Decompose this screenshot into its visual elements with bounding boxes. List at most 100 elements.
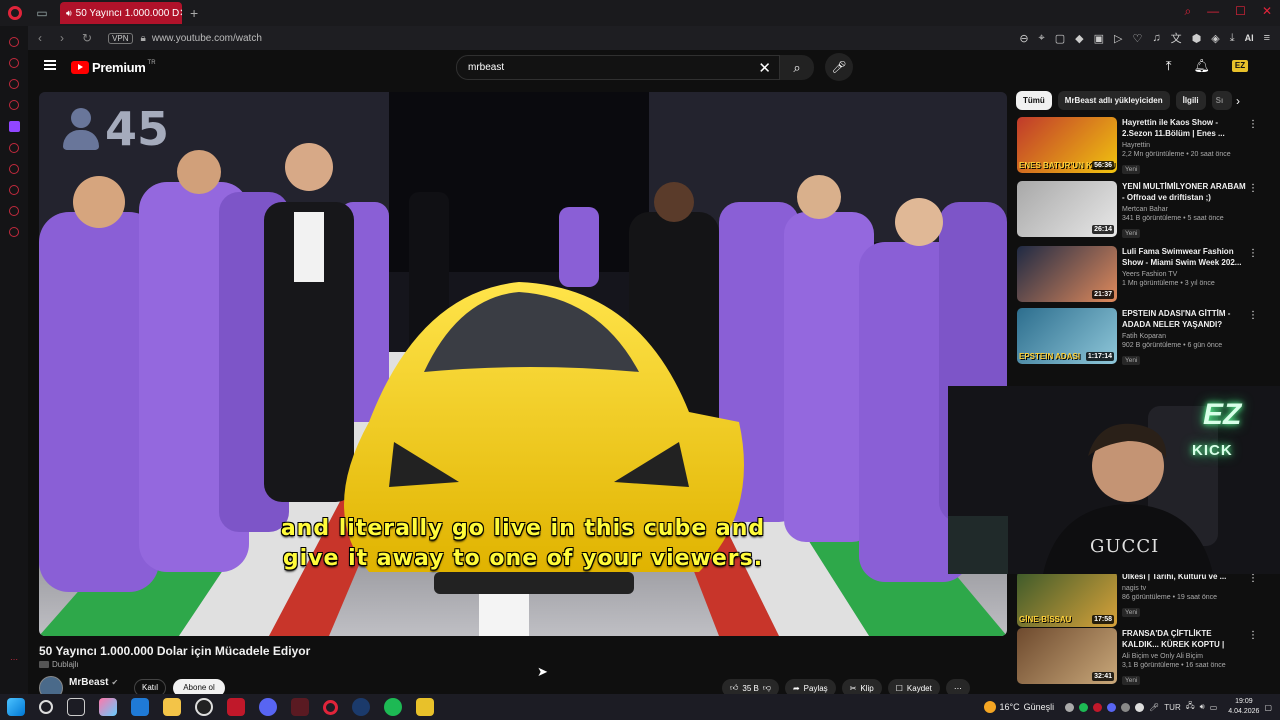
forward-icon[interactable]: ›: [60, 31, 64, 45]
channel-name[interactable]: Fatih Koparan: [1122, 333, 1248, 340]
app-icon-red[interactable]: [227, 698, 245, 716]
speaker-icon[interactable]: 🔊︎: [66, 8, 72, 19]
recommendation-item[interactable]: 32:41 FRANSA'DA ÇİFTLİKTE KALDIK... KÜREK…: [1017, 628, 1265, 686]
thumbs-down-icon[interactable]: 👎︎: [763, 683, 771, 693]
video-thumbnail[interactable]: ENES BATUR'UN KAOSU 56:36: [1017, 117, 1117, 173]
sidebar-icon-6[interactable]: [9, 164, 19, 174]
volume-icon[interactable]: 🔊︎: [1200, 702, 1205, 712]
tray-icon-4[interactable]: [1107, 702, 1117, 712]
clear-search-icon[interactable]: ✕: [758, 59, 771, 77]
tab-close-icon[interactable]: ✕: [179, 8, 182, 19]
video-title[interactable]: YENİ MULTİMİLYONER ARABAM - Offroad ve d…: [1122, 181, 1248, 203]
tray-icon-3[interactable]: [1093, 702, 1103, 712]
channel-name[interactable]: nagis tv: [1122, 585, 1248, 592]
spotify-icon[interactable]: [384, 698, 402, 716]
recommendation-item[interactable]: 26:14 YENİ MULTİMİLYONER ARABAM - Offroad…: [1017, 181, 1265, 239]
file-explorer-icon[interactable]: [163, 698, 181, 716]
search-input[interactable]: [468, 62, 748, 73]
recommendation-item[interactable]: ENES BATUR'UN KAOSU 56:36 Hayrettin ile Ka…: [1017, 117, 1265, 175]
chip-from-uploader[interactable]: MrBeast adlı yükleyiciden: [1057, 91, 1170, 110]
recommendation-item[interactable]: EPSTEIN ADASI 1:17:14 EPSTEIN ADASI'NA GİT…: [1017, 308, 1265, 366]
channel-name[interactable]: MrBeast: [69, 677, 108, 688]
recommendation-item[interactable]: GİNE-BİSSAU 17:58 Ülkesi | Tarihi, Kültürü…: [1017, 571, 1265, 629]
recommendation-item[interactable]: 21:37 Luli Fama Swimwear Fashion Show - M…: [1017, 246, 1265, 304]
tray-icon-6[interactable]: [1135, 702, 1145, 712]
sidebar-icon-4[interactable]: [9, 100, 19, 110]
sidebar-icon-2[interactable]: [9, 58, 19, 68]
channel-name[interactable]: Ali Biçim ve Only Ali Biçim: [1122, 653, 1248, 660]
tray-icon-1[interactable]: [1065, 702, 1075, 712]
video-player[interactable]: 45 and literally go live in this cube an…: [39, 92, 1007, 636]
opera-gx-icon[interactable]: [323, 699, 338, 715]
tray-icon-2[interactable]: [1079, 702, 1089, 712]
sidebar-more-icon[interactable]: ⋯: [0, 655, 28, 664]
app-icon-yellow[interactable]: [416, 698, 434, 716]
heart-icon[interactable]: ♡: [1133, 32, 1143, 45]
sidebar-icon-9[interactable]: [9, 227, 19, 237]
search-taskbar-icon[interactable]: [39, 700, 53, 714]
translate-icon[interactable]: 文: [1171, 30, 1182, 46]
lang-indicator[interactable]: TUR: [1164, 703, 1180, 712]
start-windows-icon[interactable]: [7, 698, 25, 716]
network-icon[interactable]: 🖧: [1186, 700, 1195, 714]
video-title[interactable]: EPSTEIN ADASI'NA GİTTİM - ADADA NELER YA…: [1122, 308, 1248, 330]
sidebar-icon-3[interactable]: [9, 79, 19, 89]
download-icon[interactable]: ⤓: [1230, 32, 1235, 45]
camera-icon[interactable]: ▣: [1094, 32, 1104, 45]
zoom-icon[interactable]: ⊖: [1019, 32, 1028, 45]
video-thumbnail[interactable]: GİNE-BİSSAU 17:58: [1017, 571, 1117, 627]
video-title[interactable]: Luli Fama Swimwear Fashion Show - Miami …: [1122, 246, 1248, 268]
chip-partial[interactable]: Sı: [1211, 91, 1232, 110]
chevron-right-icon[interactable]: ›: [1236, 94, 1240, 108]
new-tab-button[interactable]: +: [190, 5, 198, 21]
play-icon[interactable]: ▷: [1114, 32, 1122, 45]
ai-button[interactable]: AI: [1245, 33, 1254, 43]
url-field[interactable]: www.youtube.com/watch: [152, 33, 262, 44]
lock-icon[interactable]: 🔒︎: [141, 33, 146, 44]
copilot-icon[interactable]: [99, 698, 117, 716]
notification-center-icon[interactable]: ▢: [1264, 703, 1272, 712]
close-window-icon[interactable]: ✕: [1262, 4, 1272, 19]
twitch-icon[interactable]: [8, 121, 20, 132]
task-view-icon[interactable]: [67, 698, 85, 716]
more-options-icon[interactable]: ⋮: [1248, 119, 1258, 130]
video-title[interactable]: FRANSA'DA ÇİFTLİKTE KALDIK... KÜREK KOPT…: [1122, 628, 1248, 650]
sidebar-icon-7[interactable]: [9, 185, 19, 195]
upload-icon[interactable]: ⤒: [1166, 58, 1172, 74]
menu-icon[interactable]: ≡: [1264, 32, 1270, 44]
microphone-tray-icon[interactable]: 🎤︎: [1149, 703, 1159, 712]
channel-name[interactable]: Yeers Fashion TV: [1122, 271, 1248, 278]
search-tabs-icon[interactable]: ⌕: [1184, 4, 1191, 19]
video-thumbnail[interactable]: EPSTEIN ADASI 1:17:14: [1017, 308, 1117, 364]
notifications-bell-icon[interactable]: 🔔︎: [1193, 58, 1210, 74]
tab-menu-icon[interactable]: ▭: [34, 5, 50, 21]
sidebar-icon-1[interactable]: [9, 37, 19, 47]
edge-icon[interactable]: [131, 698, 149, 716]
channel-name[interactable]: Hayrettin: [1122, 142, 1248, 149]
back-icon[interactable]: ‹: [38, 31, 42, 45]
discord-icon[interactable]: [259, 698, 277, 716]
obs-icon[interactable]: [195, 698, 213, 716]
more-options-icon[interactable]: ⋮: [1248, 183, 1258, 194]
account-avatar[interactable]: EZ: [1232, 60, 1248, 72]
browser-tab-youtube[interactable]: 🔊︎ 50 Yayıncı 1.000.000 D ✕: [60, 2, 182, 24]
sidebar-icon-8[interactable]: [9, 206, 19, 216]
video-thumbnail[interactable]: 26:14: [1017, 181, 1117, 237]
microphone-icon[interactable]: 🎤︎: [825, 53, 853, 81]
weather-widget[interactable]: 16°C Güneşli: [983, 701, 1054, 713]
more-options-icon[interactable]: ⋮: [1248, 310, 1258, 321]
wallet-icon[interactable]: ◈: [1211, 32, 1219, 45]
sidebar-icon-5[interactable]: [9, 143, 19, 153]
tray-icon-5[interactable]: [1121, 702, 1131, 712]
chip-all[interactable]: Tümü: [1016, 91, 1052, 110]
more-options-icon[interactable]: ⋮: [1248, 248, 1258, 259]
extensions-icon[interactable]: ⬢: [1192, 32, 1202, 45]
channel-name[interactable]: Mertcan Bahar: [1122, 206, 1248, 213]
battery-icon[interactable]: ▭: [1210, 703, 1218, 712]
hamburger-menu-icon[interactable]: [44, 60, 56, 70]
minimize-icon[interactable]: —: [1207, 4, 1219, 19]
vpn-badge[interactable]: VPN: [108, 32, 133, 44]
video-title[interactable]: Hayrettin ile Kaos Show - 2.Sezon 11.Böl…: [1122, 117, 1248, 139]
reload-icon[interactable]: ↻: [82, 31, 92, 45]
youtube-logo[interactable]: Premium TR: [71, 60, 156, 75]
